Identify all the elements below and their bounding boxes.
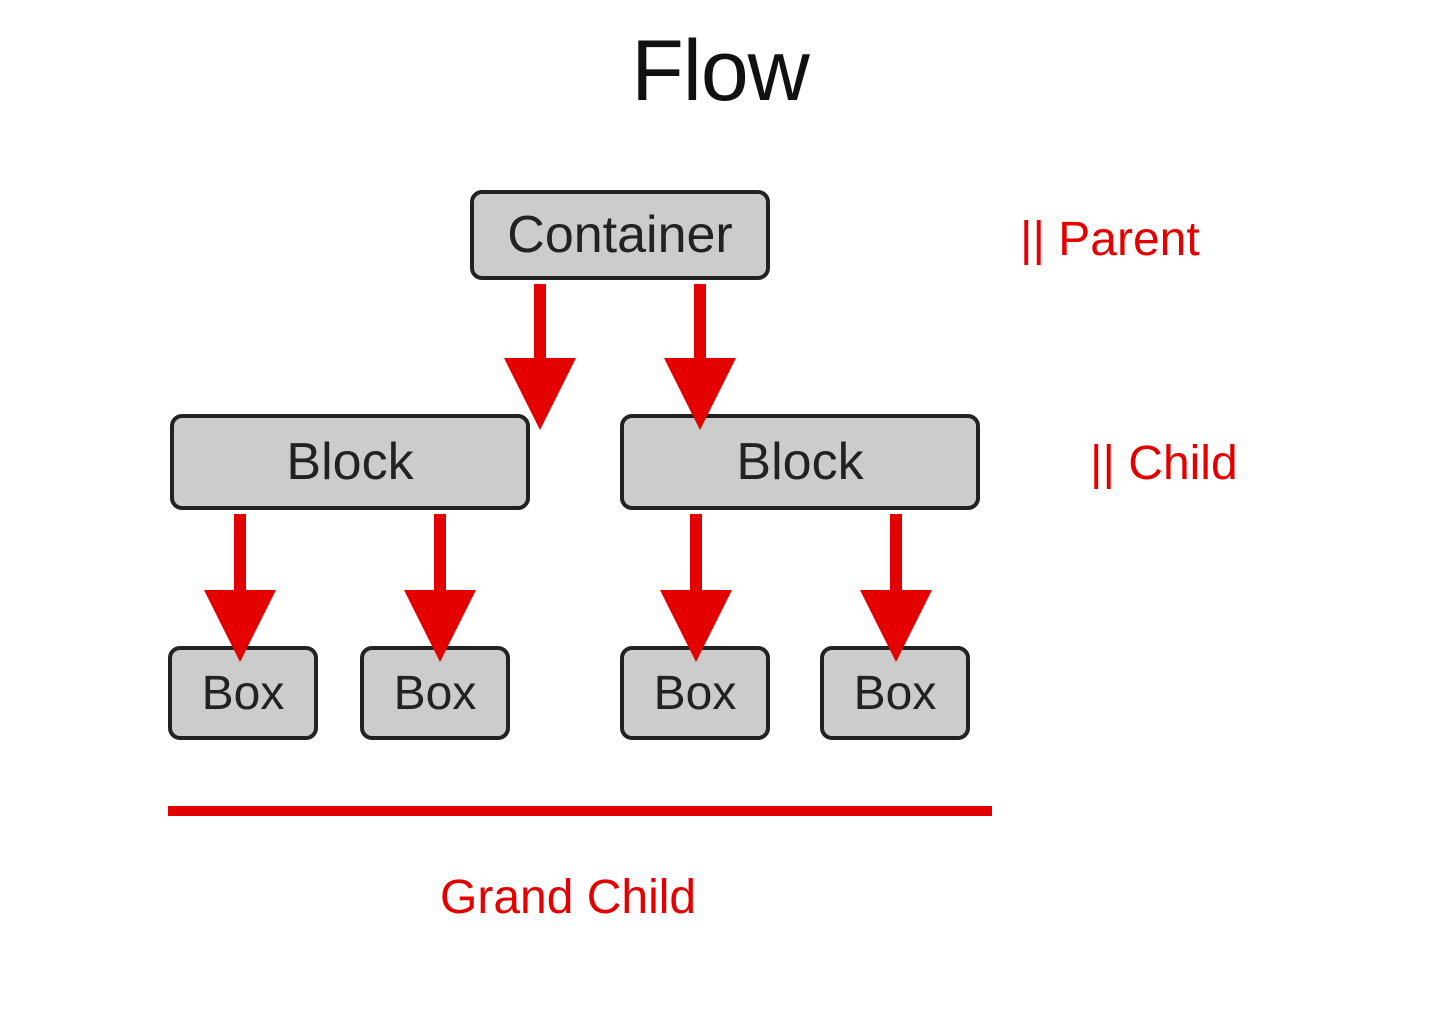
block-right-node: Block xyxy=(620,414,980,510)
child-annotation: || Child xyxy=(1090,436,1238,491)
diagram-title: Flow xyxy=(80,22,1360,121)
block-left-node: Block xyxy=(170,414,530,510)
block-left-label: Block xyxy=(286,432,413,492)
box-2-node: Box xyxy=(360,646,510,740)
flow-diagram: Flow Container Block Block Box Box Box B… xyxy=(80,22,1360,1002)
box-3-label: Box xyxy=(654,666,737,721)
box-1-label: Box xyxy=(202,666,285,721)
grandchild-underline xyxy=(168,806,992,816)
block-right-label: Block xyxy=(736,432,863,492)
arrows-layer xyxy=(80,22,1360,1002)
container-node: Container xyxy=(470,190,770,280)
box-1-node: Box xyxy=(168,646,318,740)
box-2-label: Box xyxy=(394,666,477,721)
grandchild-annotation: Grand Child xyxy=(440,870,696,925)
parent-annotation: || Parent xyxy=(1020,212,1200,267)
box-4-node: Box xyxy=(820,646,970,740)
container-label: Container xyxy=(507,205,732,265)
box-3-node: Box xyxy=(620,646,770,740)
box-4-label: Box xyxy=(854,666,937,721)
